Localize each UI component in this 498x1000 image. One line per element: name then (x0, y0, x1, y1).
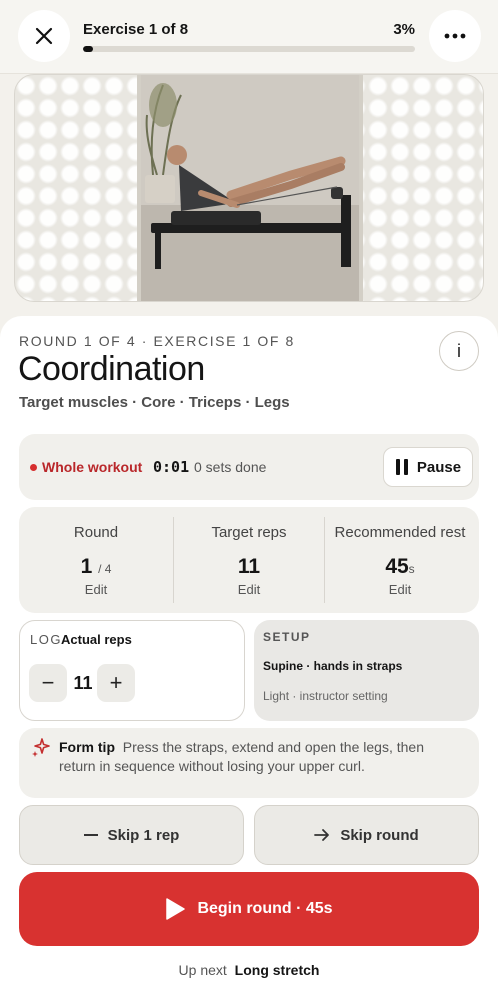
up-next-exercise[interactable]: Long stretch (235, 962, 320, 978)
progress-percent: 3% (393, 21, 415, 38)
form-tip-label: Form tip (59, 739, 115, 755)
setup-position: Supine · hands in straps (263, 659, 403, 673)
decrement-reps-button[interactable]: − (29, 664, 67, 702)
form-tip-text: Form tip Press the straps, extend and op… (59, 738, 459, 776)
up-next-label: Up next (178, 962, 227, 978)
round-value: 1 / 4 (80, 555, 112, 578)
workout-time: 0:01 (153, 458, 190, 476)
round-label: Round (73, 524, 119, 541)
progress-title: Exercise 1 of 8 (83, 21, 189, 38)
reps-value: 11 (237, 555, 261, 578)
increment-reps-button[interactable]: + (97, 664, 135, 702)
exercise-title: Coordination (18, 350, 205, 388)
close-button[interactable] (18, 10, 70, 62)
recording-dot (30, 464, 37, 471)
skip-round-label: Skip round (340, 826, 419, 844)
whole-workout-label: Whole workout (42, 459, 143, 475)
exercise-hero (14, 74, 484, 302)
log-tag: LOG (30, 632, 62, 647)
close-icon (35, 27, 53, 45)
arrow-right-icon (314, 829, 330, 841)
setup-resistance: Light · instructor setting (263, 689, 388, 703)
top-bar: Exercise 1 of 8 3% (0, 0, 498, 74)
info-button[interactable]: i (439, 331, 479, 371)
sets-done: 0 sets done (194, 459, 267, 475)
round-edit-link[interactable]: Edit (19, 582, 173, 597)
begin-round-label: Begin round · 45s (197, 900, 333, 917)
rest-stat: Recommended rest 45s Edit (325, 507, 475, 613)
skip-rep-label: Skip 1 rep (107, 826, 180, 844)
pause-button[interactable]: Pause (383, 447, 473, 487)
log-title: Actual reps (61, 632, 132, 647)
more-icon (444, 33, 466, 39)
sparkle-icon (32, 738, 50, 757)
rest-value: 45s (385, 555, 415, 578)
skip-rep-button[interactable]: Skip 1 rep (19, 805, 244, 865)
rest-edit-link[interactable]: Edit (325, 582, 475, 597)
target-muscles: Target muscles · Core · Triceps · Legs (19, 394, 290, 411)
minus-icon (83, 834, 98, 836)
begin-round-button[interactable]: Begin round · 45s (19, 872, 479, 946)
progress-bar (83, 46, 415, 52)
play-icon (166, 898, 186, 920)
pause-icon (395, 459, 408, 475)
exercise-photo (137, 75, 363, 301)
skip-round-button[interactable]: Skip round (254, 805, 479, 865)
actual-reps-value: 11 (73, 673, 93, 693)
reps-edit-link[interactable]: Edit (174, 582, 324, 597)
round-stat: Round 1 / 4 Edit (19, 507, 173, 613)
progress-fill (83, 46, 93, 52)
setup-tag: SETUP (263, 630, 311, 644)
up-next: Up next Long stretch (0, 962, 498, 978)
reps-label: Target reps (211, 524, 287, 541)
more-button[interactable] (429, 10, 481, 62)
round-eyebrow: ROUND 1 OF 4 · EXERCISE 1 OF 8 (19, 333, 295, 349)
reps-stat: Target reps 11 Edit (174, 507, 324, 613)
rest-label: Recommended rest (334, 524, 466, 541)
pause-label: Pause (416, 458, 462, 476)
